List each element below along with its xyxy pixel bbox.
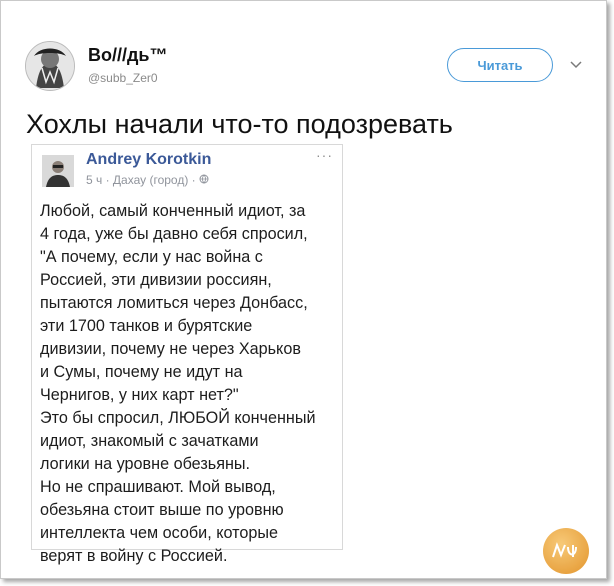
post-line: "А почему, если у нас война с xyxy=(40,248,263,266)
user-handle[interactable]: @subb_Zer0 xyxy=(88,71,158,85)
post-line: Но не спрашивают. Мой вывод, xyxy=(40,478,276,496)
embedded-post-card: Andrey Korotkin 5 ч · Дахау (город) · ··… xyxy=(31,144,343,565)
globe-icon xyxy=(199,173,209,187)
post-line: дивизии, почему не через Харьков xyxy=(40,340,301,358)
post-line: и Сумы, почему не идут на xyxy=(40,363,243,381)
watermark-logo xyxy=(543,528,589,574)
tweet-text: Хохлы начали что-то подозревать xyxy=(26,109,453,139)
post-options-icon[interactable]: ··· xyxy=(316,147,333,163)
post-author-avatar[interactable] xyxy=(42,155,74,187)
post-line: эти 1700 танков и бурятские xyxy=(40,317,253,335)
post-line: Чернигов, у них карт нет?" xyxy=(40,386,239,404)
post-line: Это бы спросил, ЛЮБОЙ конченный xyxy=(40,409,316,427)
post-line: идиот, знакомый с зачатками xyxy=(40,432,259,450)
display-name[interactable]: Во///дь™ xyxy=(88,45,168,66)
tweet-frame: Во///дь™ @subb_Zer0 Читать Хохлы начали … xyxy=(0,0,607,579)
post-line: Россией, эти дивизии россиян, xyxy=(40,271,272,289)
post-line: обезьяна стоит выше по уровню xyxy=(40,501,284,519)
post-meta: 5 ч · Дахау (город) · xyxy=(86,173,209,187)
person-icon xyxy=(42,155,74,187)
avatar-portrait-icon xyxy=(26,42,74,90)
chevron-down-icon[interactable] xyxy=(570,56,582,72)
follow-button[interactable]: Читать xyxy=(447,48,553,82)
post-line: логики на уровне обезьяны. xyxy=(40,455,251,473)
post-meta-text: 5 ч · Дахау (город) · xyxy=(86,173,199,187)
avatar[interactable] xyxy=(25,41,75,91)
post-line: 4 года, уже бы давно себя спросил, xyxy=(40,225,308,243)
post-author-name[interactable]: Andrey Korotkin xyxy=(86,151,211,169)
post-line: интеллекта чем особи, которые xyxy=(40,524,279,542)
post-line: Любой, самый конченный идиот, за xyxy=(40,202,306,220)
post-body: Любой, самый конченный идиот, за 4 года,… xyxy=(40,200,340,568)
post-line: верят в войну с Россией. xyxy=(40,547,228,565)
post-line: пытаются ломиться через Донбасс, xyxy=(40,294,308,312)
